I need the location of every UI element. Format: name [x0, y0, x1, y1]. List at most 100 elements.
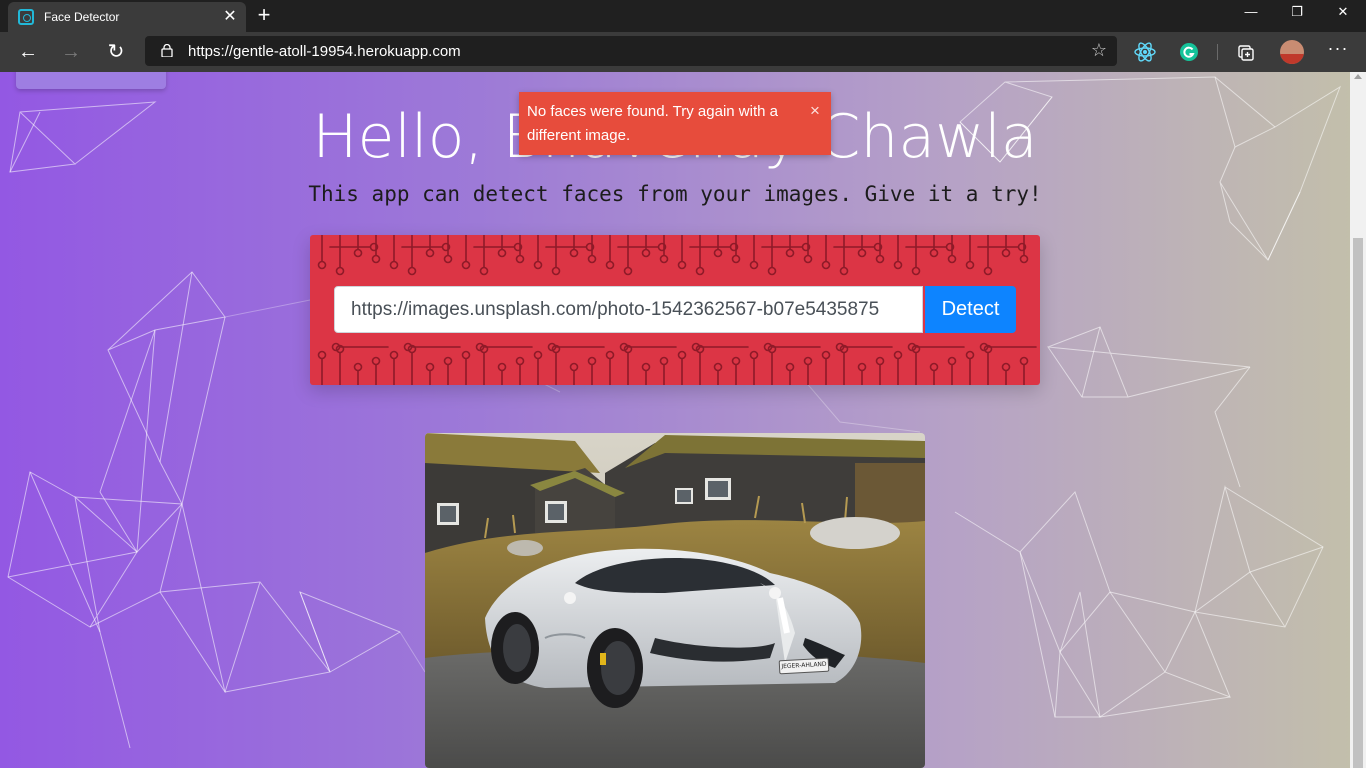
circuit-node — [875, 254, 885, 264]
circuit-node — [911, 266, 921, 276]
circuit-node — [857, 248, 867, 258]
react-favicon-icon — [18, 9, 34, 25]
toolbar-divider — [1217, 44, 1218, 60]
circuit-node — [569, 362, 579, 372]
circuit-node — [389, 260, 399, 270]
circuit-node — [425, 362, 435, 372]
circuit-node — [443, 254, 453, 264]
circuit-node — [893, 350, 903, 360]
circuit-node — [371, 254, 381, 264]
circuit-node — [461, 260, 471, 270]
minimize-button[interactable]: — — [1228, 0, 1274, 32]
circuit-node — [425, 248, 435, 258]
circuit-node — [713, 248, 723, 258]
more-options-button[interactable]: ··· — [1326, 38, 1350, 59]
circuit-node — [353, 248, 363, 258]
restore-button[interactable]: ❐ — [1274, 0, 1320, 32]
new-tab-button[interactable]: + — [252, 4, 276, 28]
nav-card[interactable] — [16, 72, 166, 89]
circuit-node — [839, 266, 849, 276]
close-window-button[interactable]: ✕ — [1320, 0, 1366, 32]
grammarly-icon[interactable] — [1177, 40, 1201, 64]
circuit-node — [1001, 362, 1011, 372]
circuit-node — [659, 356, 669, 366]
circuit-node — [965, 350, 975, 360]
circuit-node — [659, 254, 669, 264]
circuit-node — [821, 350, 831, 360]
circuit-node — [587, 254, 597, 264]
circuit-node — [587, 356, 597, 366]
circuit-node — [623, 266, 633, 276]
image-url-input[interactable] — [334, 286, 923, 333]
circuit-node — [515, 356, 525, 366]
collections-icon[interactable] — [1234, 40, 1258, 64]
circuit-node — [317, 350, 327, 360]
circuit-node — [929, 362, 939, 372]
tab-face-detector[interactable]: Face Detector ✕ — [8, 2, 246, 32]
page-viewport: Hello, Bhavenay Chawla This app can dete… — [0, 72, 1366, 768]
circuit-node — [1019, 356, 1029, 366]
reload-button[interactable]: ↻ — [102, 38, 130, 66]
circuit-node — [335, 266, 345, 276]
react-devtools-icon[interactable] — [1133, 40, 1157, 64]
tab-strip: Face Detector ✕ + — ❐ ✕ — [0, 0, 1366, 32]
circuit-node — [533, 260, 543, 270]
url-text[interactable]: https://gentle-atoll-19954.herokuapp.com — [188, 43, 461, 60]
circuit-node — [389, 350, 399, 360]
favorite-star-icon[interactable]: ☆ — [1091, 40, 1107, 61]
circuit-node — [677, 260, 687, 270]
page-subtitle: This app can detect faces from your imag… — [308, 182, 1042, 206]
circuit-node — [479, 266, 489, 276]
page-scrollbar[interactable] — [1350, 72, 1366, 768]
circuit-node — [803, 254, 813, 264]
circuit-node — [767, 266, 777, 276]
circuit-node — [533, 350, 543, 360]
circuit-node — [983, 266, 993, 276]
circuit-node — [551, 266, 561, 276]
car-photo — [425, 433, 925, 768]
toast-message: No faces were found. Try again with a di… — [527, 103, 778, 144]
circuit-node — [947, 356, 957, 366]
circuit-node — [857, 362, 867, 372]
circuit-node — [605, 350, 615, 360]
circuit-node — [749, 260, 759, 270]
scroll-up-icon[interactable] — [1354, 74, 1362, 79]
tab-close-icon[interactable]: ✕ — [220, 7, 240, 27]
tab-title: Face Detector — [44, 10, 120, 24]
circuit-node — [785, 248, 795, 258]
circuit-node — [695, 266, 705, 276]
circuit-node — [803, 356, 813, 366]
circuit-node — [605, 260, 615, 270]
circuit-node — [731, 356, 741, 366]
circuit-node — [443, 356, 453, 366]
circuit-node — [461, 350, 471, 360]
back-button[interactable]: ← — [14, 38, 42, 66]
circuit-node — [947, 254, 957, 264]
circuit-node — [785, 362, 795, 372]
circuit-node — [1001, 248, 1011, 258]
circuit-node — [731, 254, 741, 264]
forward-button[interactable]: → — [57, 38, 85, 66]
url-form-card: Detect — [310, 235, 1040, 385]
circuit-node — [713, 362, 723, 372]
license-plate: JEGER-AHLAND — [778, 657, 830, 675]
detect-button[interactable]: Detect — [925, 286, 1016, 333]
circuit-node — [353, 362, 363, 372]
circuit-node — [641, 248, 651, 258]
browser-toolbar: ← → ↻ https://gentle-atoll-19954.herokua… — [0, 32, 1366, 72]
toast-close-icon[interactable]: × — [808, 102, 822, 119]
profile-avatar[interactable] — [1280, 40, 1304, 64]
circuit-node — [371, 356, 381, 366]
circuit-node — [497, 248, 507, 258]
address-bar[interactable]: https://gentle-atoll-19954.herokuapp.com… — [145, 36, 1117, 66]
circuit-node — [641, 362, 651, 372]
scroll-thumb[interactable] — [1353, 238, 1363, 768]
circuit-node — [893, 260, 903, 270]
circuit-node — [821, 260, 831, 270]
circuit-node — [497, 362, 507, 372]
circuit-node — [317, 260, 327, 270]
circuit-node — [569, 248, 579, 258]
lock-icon — [161, 44, 173, 57]
circuit-node — [929, 248, 939, 258]
uploaded-image: JEGER-AHLAND — [425, 433, 925, 768]
